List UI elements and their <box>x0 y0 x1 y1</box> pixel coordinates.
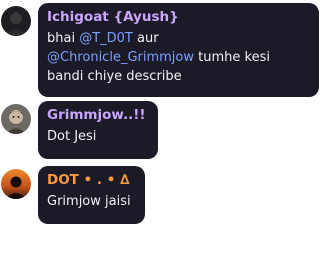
user-avatar[interactable] <box>1 169 31 199</box>
message-line: bandi chiye describe <box>47 69 182 84</box>
avatar-anime-portrait-icon <box>1 104 31 134</box>
user-avatar[interactable] <box>1 6 31 36</box>
message-line: @Chronicle_Grimmjow tumhe kesi <box>47 48 310 67</box>
message-text: bhai @T_D0T aur @Chronicle_Grimmjow tumh… <box>47 29 310 86</box>
message-text-segment: tumhe kesi <box>194 50 270 65</box>
message-bubble: Ichigoat {Ayush} bhai @T_D0T aur @Chroni… <box>38 3 319 97</box>
message-text: Grimjow jaisi <box>47 194 131 209</box>
message-bubble: DOT • . • ∆ Grimjow jaisi <box>38 166 145 224</box>
author-name[interactable]: Grimmjow..!! <box>47 107 149 124</box>
avatar-dark-portrait-icon <box>1 6 31 36</box>
author-name[interactable]: Ichigoat {Ayush} <box>47 9 310 26</box>
author-name[interactable]: DOT • . • ∆ <box>47 172 136 189</box>
message-text-segment: bhai <box>47 31 80 46</box>
user-mention[interactable]: @T_D0T <box>79 31 133 46</box>
message-bubble: Grimmjow..!! Dot Jesi <box>38 101 158 159</box>
user-avatar[interactable] <box>1 104 31 134</box>
avatar-sunset-silhouette-icon <box>1 169 31 199</box>
message-text-segment: aur <box>132 31 159 46</box>
message-text: Dot Jesi <box>47 129 97 144</box>
user-mention[interactable]: @Chronicle_Grimmjow <box>47 50 194 65</box>
message-line: bhai @T_D0T aur <box>47 29 310 48</box>
